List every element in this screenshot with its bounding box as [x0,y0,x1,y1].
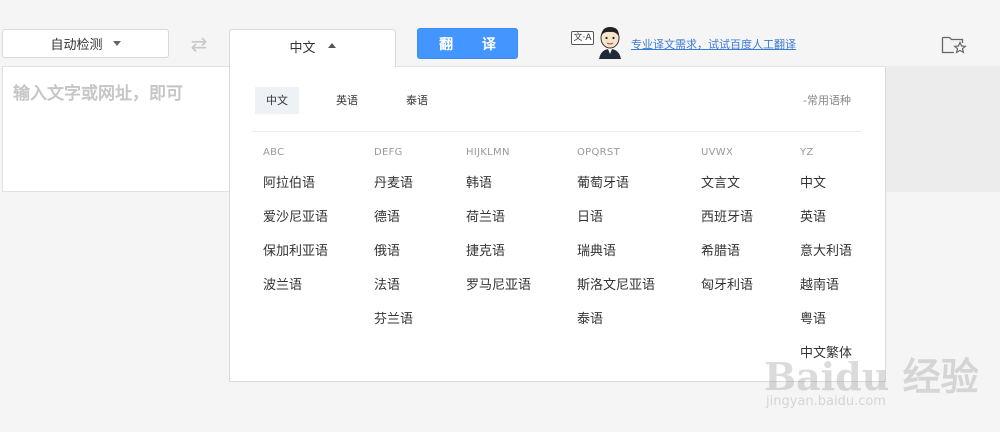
language-option[interactable]: 丹麦语 [374,177,413,211]
language-option[interactable]: 韩语 [466,177,531,211]
language-option[interactable]: 荷兰语 [466,211,531,245]
language-option[interactable]: 芬兰语 [374,313,413,347]
language-column-abc: ABC 阿拉伯语 爱沙尼亚语 保加利亚语 波兰语 [263,147,328,313]
language-option[interactable]: 粤语 [800,313,852,347]
divider [252,131,861,132]
chevron-down-icon [112,41,121,46]
source-language-select[interactable]: 自动检测 [2,29,169,58]
target-language-select[interactable]: 中文 [229,29,396,67]
recent-language-chip[interactable]: 中文 [255,87,299,114]
language-option[interactable]: 德语 [374,211,413,245]
language-option[interactable]: 英语 [800,211,852,245]
language-option[interactable]: 罗马尼亚语 [466,279,531,313]
language-option[interactable]: 波兰语 [263,279,328,313]
language-dropdown-panel: 中文 英语 泰语 -常用语种 ABC 阿拉伯语 爱沙尼亚语 保加利亚语 波兰语 … [229,66,886,382]
target-language-label: 中文 [289,41,316,56]
column-heading: UVWX [701,147,734,158]
language-option[interactable]: 爱沙尼亚语 [263,211,328,245]
language-option[interactable]: 斯洛文尼亚语 [577,279,655,313]
watermark-url: jingyan.baidu.com [766,394,886,409]
language-option[interactable]: 捷克语 [466,245,531,279]
folder-star-icon[interactable] [941,34,967,54]
language-option[interactable]: 匈牙利语 [701,279,753,313]
language-option[interactable]: 葡萄牙语 [577,177,655,211]
language-option[interactable]: 俄语 [374,245,413,279]
language-option[interactable]: 意大利语 [800,245,852,279]
common-languages-label: -常用语种 [803,94,851,107]
column-heading: HIJKLMN [466,147,510,158]
column-heading: ABC [263,147,285,158]
column-heading: OPQRST [577,147,620,158]
swap-icon[interactable]: ⇄ [186,33,212,55]
language-column-defg: DEFG 丹麦语 德语 俄语 法语 芬兰语 [374,147,413,347]
recent-language-chip[interactable]: 泰语 [395,87,439,114]
column-heading: YZ [800,147,814,158]
language-option[interactable]: 中文繁体 [800,347,852,381]
input-placeholder: 输入文字或网址，即可 [13,84,183,104]
language-column-hijklmn: HIJKLMN 韩语 荷兰语 捷克语 罗马尼亚语 [466,147,531,313]
translate-button[interactable]: 翻 译 [417,28,518,59]
language-option[interactable]: 中文 [800,177,852,211]
avatar-icon [599,27,621,59]
source-language-label: 自动检测 [50,38,103,53]
recent-languages: 中文 英语 泰语 [255,87,465,114]
language-column-opqrst: OPQRST 葡萄牙语 日语 瑞典语 斯洛文尼亚语 泰语 [577,147,655,347]
language-option[interactable]: 越南语 [800,279,852,313]
translation-output-area [885,66,1000,192]
language-option[interactable]: 法语 [374,279,413,313]
language-option[interactable]: 西班牙语 [701,211,753,245]
language-column-uvwx: UVWX 文言文 西班牙语 希腊语 匈牙利语 [701,147,753,313]
language-option[interactable]: 希腊语 [701,245,753,279]
language-option[interactable]: 泰语 [577,313,655,347]
source-text-input[interactable]: 输入文字或网址，即可 [2,66,232,192]
column-heading: DEFG [374,147,403,158]
recent-language-chip[interactable]: 英语 [325,87,369,114]
language-option[interactable]: 保加利亚语 [263,245,328,279]
language-option[interactable]: 瑞典语 [577,245,655,279]
translate-badge-icon: 文·A [571,31,594,45]
language-option[interactable]: 日语 [577,211,655,245]
human-translation-link[interactable]: 专业译文需求，试试百度人工翻译 [631,36,796,52]
language-column-yz: YZ 中文 英语 意大利语 越南语 粤语 中文繁体 [800,147,852,381]
language-option[interactable]: 阿拉伯语 [263,177,328,211]
caret-up-icon [327,43,336,48]
language-option[interactable]: 文言文 [701,177,753,211]
